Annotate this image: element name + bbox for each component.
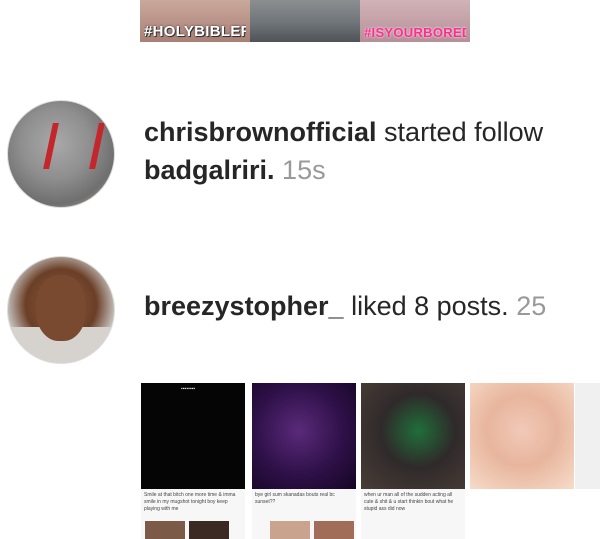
liked-post-thumbnail-caption[interactable]: when ur man all of the sudden acting all… [361, 489, 465, 539]
timestamp: 15s [282, 155, 326, 185]
post-caption: Smile at that bitch one more time & imma… [144, 492, 236, 512]
activity-line: breezystopher_ liked 8 posts. 25 [144, 289, 546, 323]
avatar[interactable] [7, 100, 115, 208]
target-username-link[interactable]: badgalriri. [144, 155, 275, 185]
post-caption: when ur man all of the sudden acting all… [364, 492, 454, 512]
post-image [145, 521, 185, 539]
post-image [314, 521, 354, 539]
activity-action-text: started follow [376, 117, 544, 147]
activity-action-text: liked 8 posts. [343, 291, 509, 321]
liked-post-thumbnail[interactable] [575, 383, 600, 489]
previous-post-thumbnail[interactable] [250, 0, 360, 42]
liked-post-thumbnail-caption[interactable]: Smile at that bitch one more time & imma… [141, 489, 245, 539]
thumbnail-caption: #HOLYBIBLEFT [144, 23, 246, 40]
liked-post-thumbnail-caption[interactable] [470, 489, 574, 539]
post-header-graphic: ▪▪▪▪▪▪▪▪ [181, 386, 196, 392]
post-caption: bye girl sum skanadas bouts real bc suns… [255, 492, 335, 505]
liked-post-thumbnail[interactable] [470, 383, 574, 489]
thumbnail-caption: #ISYOURBOREDF [364, 25, 466, 40]
liked-post-thumbnail[interactable] [361, 383, 465, 489]
avatar-face [36, 275, 86, 341]
liked-post-thumbnail[interactable] [252, 383, 356, 489]
previous-post-thumbnail[interactable]: #ISYOURBOREDF [360, 0, 470, 42]
avatar[interactable] [7, 256, 115, 364]
liked-post-thumbnail[interactable]: ▪▪▪▪▪▪▪▪ [141, 383, 245, 489]
post-image [270, 521, 310, 539]
activity-line-2: badgalriri. 15s [144, 153, 326, 187]
post-image [189, 521, 229, 539]
username-link[interactable]: breezystopher_ [144, 291, 344, 321]
previous-post-thumbnail[interactable]: #HOLYBIBLEFT [140, 0, 250, 42]
liked-post-thumbnail-caption[interactable]: bye girl sum skanadas bouts real bc suns… [252, 489, 356, 539]
timestamp: 25 [516, 291, 547, 321]
username-link[interactable]: chrisbrownofficial [144, 117, 377, 147]
activity-line-1: chrisbrownofficial started follow [144, 115, 543, 149]
avatar-graphic [43, 123, 105, 169]
